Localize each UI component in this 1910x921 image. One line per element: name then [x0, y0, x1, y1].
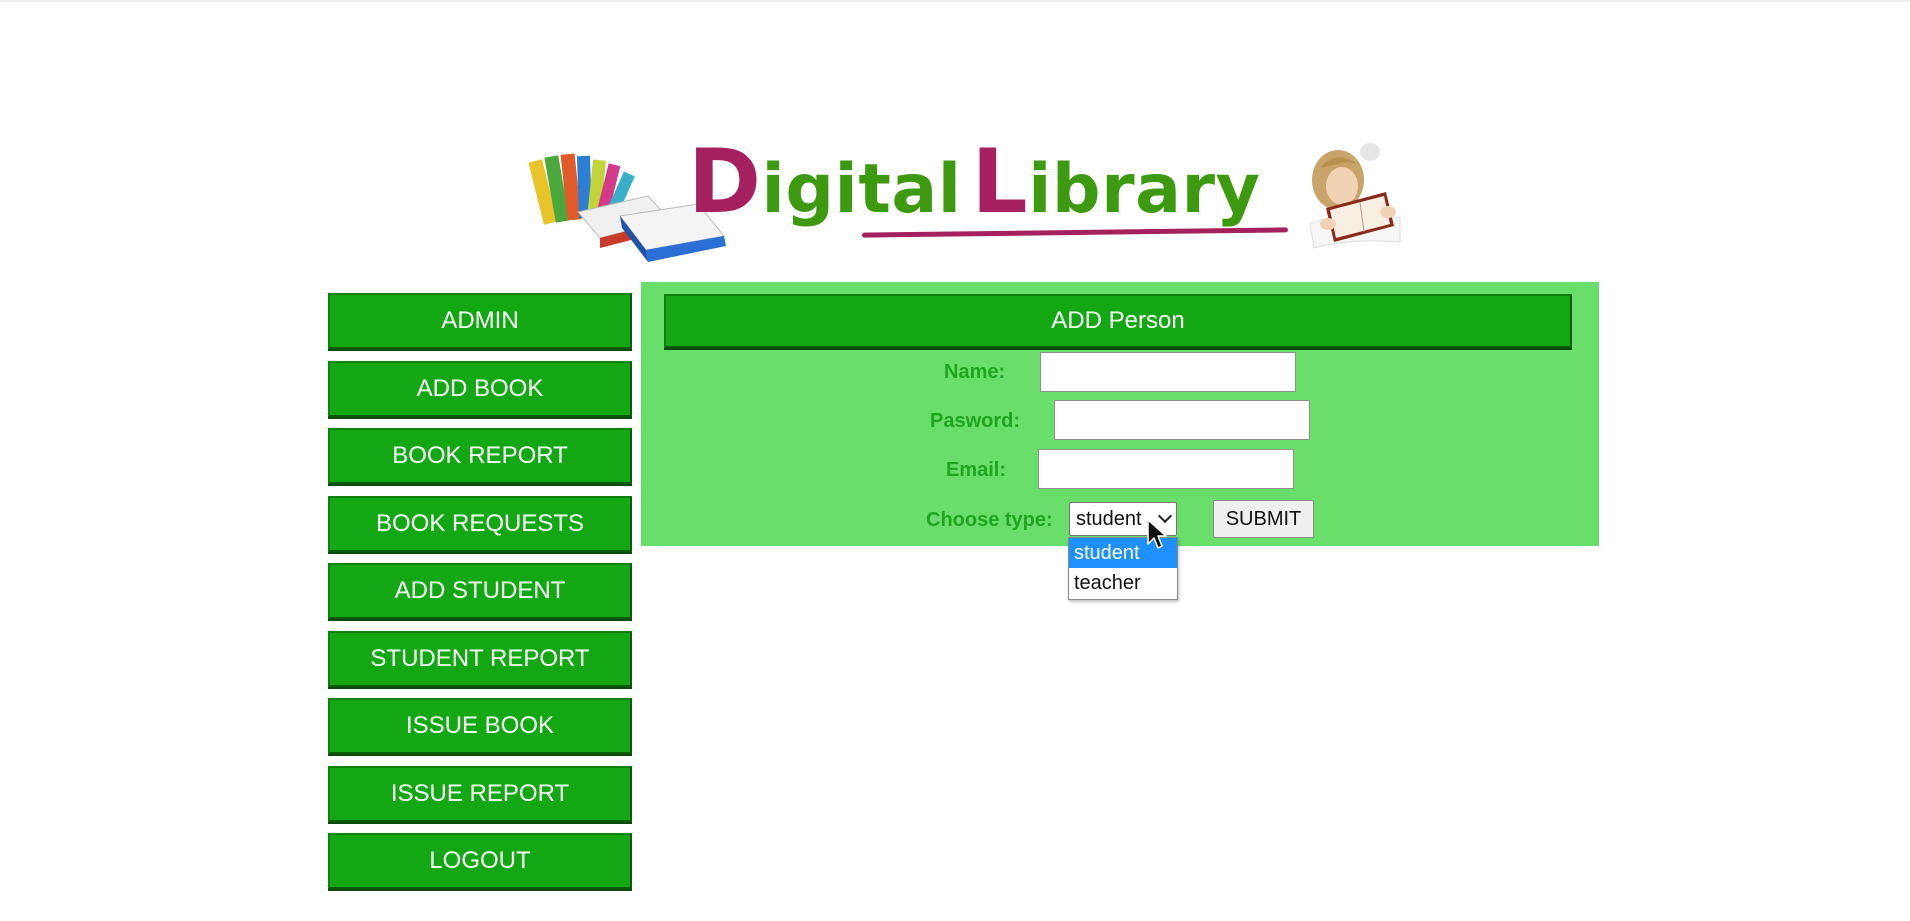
- sidebar-item-book-report[interactable]: BOOK REPORT: [328, 428, 632, 484]
- email-label: Email:: [946, 459, 1007, 481]
- site-logo-text: Digital Library: [688, 130, 1261, 233]
- sidebar-item-add-student[interactable]: ADD STUDENT: [328, 563, 632, 619]
- sidebar-item-add-book[interactable]: ADD BOOK: [328, 360, 632, 417]
- panel-title: ADD Person: [664, 294, 1572, 348]
- sidebar-nav: ADMIN ADD BOOK BOOK REPORT BOOK REQUESTS…: [328, 293, 632, 901]
- name-label: Name:: [944, 361, 1006, 383]
- type-label: Choose type:: [926, 509, 1053, 531]
- top-border: [0, 0, 1910, 2]
- name-input[interactable]: [1040, 352, 1296, 392]
- girl-reading-illustration: [1309, 143, 1401, 249]
- sidebar-item-book-requests[interactable]: BOOK REQUESTS: [328, 495, 632, 552]
- password-label: Pasword:: [930, 410, 1021, 432]
- mouse-pointer-icon: [1147, 519, 1167, 549]
- sidebar-item-student-report[interactable]: STUDENT REPORT: [328, 630, 632, 687]
- sidebar-item-issue-book[interactable]: ISSUE BOOK: [328, 698, 632, 754]
- type-select-value: student: [1076, 508, 1142, 530]
- type-option-teacher[interactable]: teacher: [1069, 568, 1177, 598]
- site-banner: Digital Library: [528, 138, 1408, 268]
- sidebar-item-issue-report[interactable]: ISSUE REPORT: [328, 765, 632, 822]
- password-input[interactable]: [1054, 400, 1310, 440]
- submit-button[interactable]: SUBMIT: [1213, 500, 1314, 538]
- sidebar-item-logout[interactable]: LOGOUT: [328, 833, 632, 889]
- email-input[interactable]: [1038, 449, 1294, 489]
- sidebar-item-admin[interactable]: ADMIN: [328, 293, 632, 349]
- add-person-panel: ADD Person Name: Pasword: Email: Choose …: [641, 282, 1599, 546]
